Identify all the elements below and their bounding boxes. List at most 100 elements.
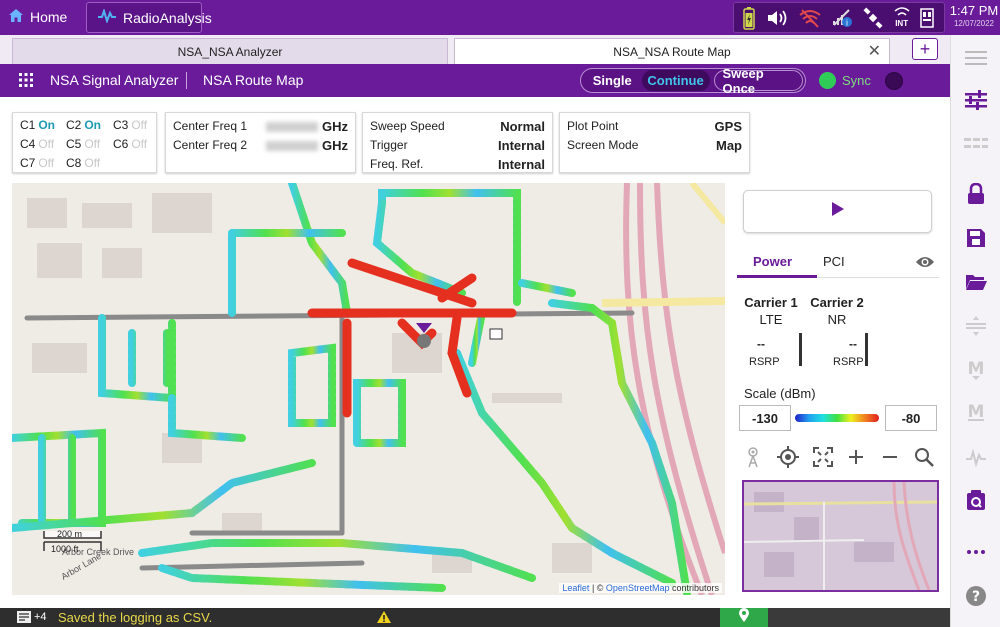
- scale-max-input[interactable]: -80: [885, 405, 937, 431]
- single-button[interactable]: Single: [583, 70, 642, 91]
- carrier-1-readout: Carrier 1 LTE -- RSRP: [739, 295, 803, 368]
- play-button[interactable]: [743, 190, 932, 233]
- tab-power[interactable]: Power: [753, 254, 792, 269]
- tab-label: NSA_NSA Route Map: [613, 44, 731, 59]
- home-label: Home: [30, 9, 68, 25]
- attr-separator: | ©: [589, 583, 606, 593]
- map-controls: [741, 445, 937, 469]
- lock-icon[interactable]: [963, 181, 989, 207]
- status-message: Saved the logging as CSV.: [58, 610, 213, 625]
- scale-meters: 200 m: [57, 529, 83, 539]
- overview-minimap[interactable]: [742, 480, 939, 592]
- location-pin-icon: [738, 607, 750, 627]
- carrier-c7: C7 Off: [20, 156, 55, 170]
- split-icon: [963, 313, 989, 339]
- continue-button[interactable]: Continue: [641, 70, 710, 91]
- osm-link[interactable]: OpenStreetMap: [606, 583, 670, 593]
- svg-text:i: i: [846, 18, 848, 27]
- cell-tower-icon[interactable]: [741, 445, 765, 469]
- home-button[interactable]: Home: [8, 5, 67, 29]
- center-freq-2-label: Center Freq 2: [173, 138, 248, 152]
- freq-ref-label: Freq. Ref.: [370, 157, 424, 171]
- carrier-2-value: --: [849, 337, 857, 351]
- screen-mode-value: Map: [716, 137, 742, 153]
- search-icon[interactable]: [912, 445, 936, 469]
- tab-nsa-analyzer[interactable]: NSA_NSA Analyzer: [12, 38, 448, 64]
- center-freq-2-unit: GHz: [322, 137, 348, 153]
- battery-icon[interactable]: [742, 6, 756, 30]
- close-icon[interactable]: ✕: [868, 41, 881, 61]
- redacted-value: [266, 141, 318, 152]
- measurement-toolbar: NSA Signal Analyzer NSA Route Map Single…: [0, 64, 950, 97]
- leaflet-link[interactable]: Leaflet: [562, 583, 589, 593]
- plus-icon: +: [919, 38, 931, 59]
- memory-card-icon[interactable]: [919, 7, 935, 29]
- plot-point-label: Plot Point: [567, 119, 619, 133]
- quick-access-icon[interactable]: [963, 488, 989, 514]
- waveform-icon: [97, 7, 117, 26]
- freq-ref-row: Freq. Ref. Internal: [370, 155, 545, 173]
- tab-pci[interactable]: PCI: [823, 254, 845, 269]
- zoom-in-icon[interactable]: [844, 445, 868, 469]
- clock-time: 1:47 PM: [949, 3, 999, 18]
- notification-list-icon[interactable]: [16, 610, 32, 627]
- warning-icon[interactable]: [376, 610, 392, 627]
- center-freq-2-row: Center Freq 2 GHz: [173, 136, 348, 154]
- sync-indicator: [819, 72, 836, 89]
- center-freq-1-row: Center Freq 1 GHz: [173, 117, 348, 135]
- locate-icon[interactable]: [776, 445, 800, 469]
- carrier-2-name: Carrier 2: [810, 295, 864, 310]
- carrier-1-level-bar: [799, 333, 802, 366]
- document-tab-row: NSA_NSA Analyzer NSA_NSA Route Map ✕: [0, 35, 950, 64]
- int-reference-icon[interactable]: INT: [893, 7, 911, 28]
- plot-point-value: GPS: [714, 118, 742, 134]
- route-map[interactable]: Arbor Creek Drive Arbor Lane Leaflet | ©…: [12, 183, 725, 595]
- gps-satellite-icon[interactable]: [862, 6, 884, 29]
- layout-icon[interactable]: [963, 131, 989, 157]
- map-canvas: Arbor Creek Drive Arbor Lane: [12, 183, 725, 595]
- folder-open-icon[interactable]: [963, 269, 989, 295]
- sweep-once-button[interactable]: Sweep Once: [713, 66, 803, 96]
- sweep-settings-panel[interactable]: Sweep Speed Normal Trigger Internal Freq…: [362, 112, 553, 173]
- record-indicator[interactable]: [885, 72, 903, 90]
- help-icon[interactable]: ?: [963, 583, 989, 609]
- svg-text:?: ?: [972, 589, 980, 605]
- save-icon[interactable]: [963, 225, 989, 251]
- home-icon: [8, 8, 24, 26]
- carrier-c5: C5 Off: [66, 137, 101, 151]
- carrier-c2: C2 On: [66, 118, 102, 132]
- carrier-status-panel[interactable]: C1 On C2 On C3 Off C4 Off C5 Off C6 Off C7 Off …: [12, 112, 157, 173]
- map-control-panel: Power PCI Carrier 1 LTE -- RSRP Carrier …: [733, 183, 943, 595]
- settings-sliders-icon[interactable]: [963, 87, 989, 113]
- volume-icon[interactable]: [765, 8, 789, 28]
- menu-icon[interactable]: [963, 45, 989, 71]
- scale-min-input[interactable]: -130: [739, 405, 791, 431]
- fit-screen-icon[interactable]: [811, 445, 835, 469]
- trigger-label: Trigger: [370, 138, 408, 152]
- eye-icon[interactable]: [915, 255, 935, 274]
- zoom-out-icon[interactable]: [878, 445, 902, 469]
- wifi-off-icon[interactable]: [798, 8, 822, 28]
- bottom-status-bar: +4 Saved the logging as CSV.: [0, 607, 950, 627]
- gps-location-status[interactable]: [720, 607, 768, 627]
- carrier-c1: C1 On: [20, 118, 56, 132]
- radioanalysis-app-tab[interactable]: RadioAnalysis: [86, 2, 212, 33]
- center-freq-1-label: Center Freq 1: [173, 119, 248, 133]
- add-tab-button[interactable]: +: [912, 38, 938, 60]
- sweep-speed-label: Sweep Speed: [370, 119, 445, 133]
- sweep-speed-row: Sweep Speed Normal: [370, 117, 545, 135]
- carrier-1-tech: LTE: [759, 312, 783, 327]
- center-frequency-panel[interactable]: Center Freq 1 GHz Center Freq 2 GHz: [165, 112, 356, 173]
- app-grid-icon[interactable]: [19, 73, 33, 92]
- redacted-value: [266, 122, 318, 133]
- toolbar-title-analyzer[interactable]: NSA Signal Analyzer: [50, 72, 178, 88]
- toolbar-title-route-map[interactable]: NSA Route Map: [203, 72, 303, 88]
- carrier-1-name: Carrier 1: [744, 295, 798, 310]
- more-icon[interactable]: [963, 539, 989, 565]
- network-info-icon[interactable]: i: [831, 7, 853, 29]
- tab-nsa-route-map[interactable]: NSA_NSA Route Map ✕: [454, 38, 890, 64]
- carrier-c8: C8 Off: [66, 156, 101, 170]
- plot-settings-panel[interactable]: Plot Point GPS Screen Mode Map: [559, 112, 750, 173]
- sync-label: Sync: [842, 73, 871, 88]
- scale-label: Scale (dBm): [744, 386, 816, 401]
